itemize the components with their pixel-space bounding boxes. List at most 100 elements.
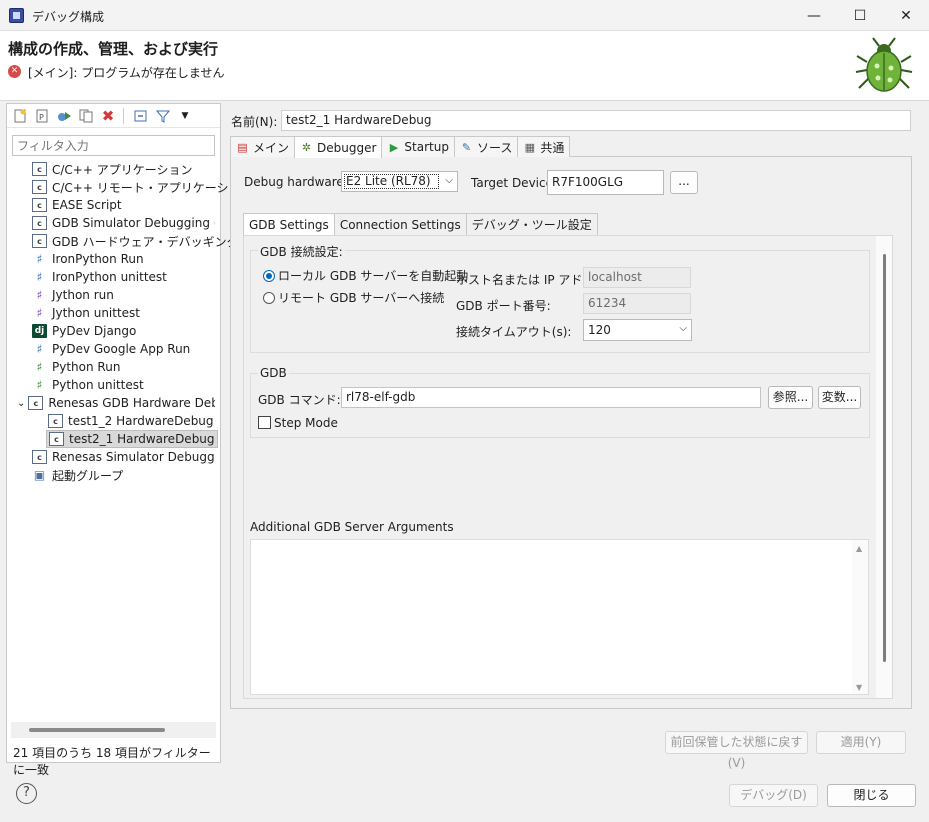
tree-item[interactable]: c EASE Script <box>32 196 122 214</box>
new-prototype-icon[interactable]: P <box>34 108 50 124</box>
delete-config-icon[interactable]: ✖ <box>100 107 116 125</box>
bug-icon <box>855 37 913 92</box>
chevron-down-icon[interactable]: ⌄ <box>17 398 25 409</box>
timeout-select[interactable]: 120 ⌵ <box>583 319 692 341</box>
host-input[interactable]: localhost <box>583 267 691 288</box>
tree-item-selected[interactable]: c test2_1 HardwareDebug <box>46 430 218 448</box>
duplicate-config-icon[interactable] <box>78 108 94 124</box>
config-tabs: ▤ メイン ✲ Debugger ▶ Startup ✎ ソース ▦ 共通 <box>230 136 571 158</box>
source-tab-icon: ✎ <box>461 140 472 154</box>
tree-item[interactable]: c GDB ハードウェア・デバッギング <box>32 232 239 250</box>
gdb-command-input[interactable]: rl78-elf-gdb <box>341 387 761 408</box>
c-config-icon: c <box>32 450 47 464</box>
gdb-connection-title: GDB 接続設定: <box>258 243 345 260</box>
chevron-down-icon: ⌵ <box>679 323 687 334</box>
tab-connection-settings[interactable]: Connection Settings <box>333 213 467 235</box>
tree-item[interactable]: dj PyDev Django <box>32 322 136 340</box>
browse-button[interactable]: 参照... <box>768 386 813 409</box>
name-input[interactable]: test2_1 HardwareDebug <box>281 110 911 131</box>
c-config-icon: c <box>32 234 47 248</box>
debug-hardware-select[interactable]: E2 Lite (RL78) ⌵ <box>341 171 458 192</box>
tab-startup[interactable]: ▶ Startup <box>381 136 455 157</box>
collapse-all-icon[interactable] <box>133 108 149 124</box>
error-icon: ✕ <box>8 65 21 78</box>
target-device-label: Target Device: <box>471 176 558 190</box>
dialog-header: 構成の作成、管理、および実行 ✕ [メイン]: プログラムが存在しません <box>0 31 929 101</box>
tree-item[interactable]: c test1_2 HardwareDebug <box>48 412 214 430</box>
tree-item[interactable]: ♯ Jython unittest <box>32 304 140 322</box>
tree-item[interactable]: ♯ PyDev Google App Run <box>32 340 191 358</box>
tree-item[interactable]: ⌄cRenesas GDB Hardware Debugging <box>17 394 215 412</box>
tree-item[interactable]: ♯ Python Run <box>32 358 121 376</box>
tab-debug-tool-settings[interactable]: デバッグ・ツール設定 <box>465 213 598 235</box>
close-button[interactable]: 閉じる <box>827 784 916 807</box>
target-device-input[interactable]: R7F100GLG <box>547 170 664 195</box>
debug-button[interactable]: デバッグ(D) <box>729 784 818 807</box>
header-title: 構成の作成、管理、および実行 <box>8 40 219 58</box>
python-icon: ♯ <box>36 270 43 284</box>
tree-item[interactable]: cGDB Simulator Debugging (RH850) <box>32 214 215 232</box>
radio-local-server[interactable]: ローカル GDB サーバーを自動起動 <box>263 267 468 284</box>
tree-item[interactable]: cRenesas Simulator Debugging (RX, RL78) <box>32 448 215 466</box>
textarea-scrollbar[interactable]: ▲ ▼ <box>852 540 868 694</box>
radio-on-icon <box>263 269 275 282</box>
filter-input[interactable] <box>12 135 215 156</box>
vertical-scroll-thumb[interactable] <box>883 254 886 662</box>
radio-remote-server[interactable]: リモート GDB サーバーへ接続 <box>263 289 444 306</box>
view-menu-icon[interactable]: ▼ <box>177 108 193 124</box>
new-config-icon[interactable] <box>12 108 28 124</box>
c-config-icon: c <box>32 162 47 176</box>
tab-common[interactable]: ▦ 共通 <box>517 136 571 157</box>
tree-item[interactable]: ▣ 起動グループ <box>32 466 123 484</box>
tree-item[interactable]: ♯ IronPython unittest <box>32 268 167 286</box>
focus-ring <box>344 174 439 189</box>
c-config-icon: c <box>28 396 44 410</box>
tree-item[interactable]: ♯ Python unittest <box>32 376 144 394</box>
minimize-button[interactable]: — <box>791 0 837 31</box>
tree-item[interactable]: c C/C++ アプリケーション <box>32 160 193 178</box>
python-icon: ♯ <box>36 378 43 392</box>
filter-status: 21 項目のうち 18 項目がフィルターに一致 <box>13 746 211 777</box>
revert-button[interactable]: 前回保管した状態に戻す(V) <box>665 731 808 770</box>
c-config-icon: c <box>49 432 64 446</box>
maximize-button[interactable]: ☐ <box>837 0 883 31</box>
additional-args-textarea[interactable] <box>250 539 869 695</box>
tree-item[interactable]: ♯ IronPython Run <box>32 250 144 268</box>
tab-source[interactable]: ✎ ソース <box>453 136 519 157</box>
tree-item[interactable]: c C/C++ リモート・アプリケーション <box>32 178 253 196</box>
tab-debugger[interactable]: ✲ Debugger <box>294 136 383 158</box>
tree-item[interactable]: ♯ Jython run <box>32 286 114 304</box>
python-icon: ♯ <box>36 342 43 356</box>
name-label: 名前(N): <box>231 115 278 129</box>
svg-text:P: P <box>39 113 44 122</box>
chevron-down-icon: ⌵ <box>445 175 453 186</box>
c-config-icon: c <box>32 216 47 230</box>
help-icon[interactable]: ? <box>16 783 37 804</box>
horizontal-scroll-thumb[interactable] <box>29 728 165 732</box>
common-tab-icon: ▦ <box>524 140 536 154</box>
target-device-browse-button[interactable]: ... <box>670 171 698 194</box>
filter-icon[interactable] <box>155 108 171 124</box>
c-config-icon: c <box>32 180 47 194</box>
gdb-command-label: GDB コマンド: <box>258 393 341 407</box>
debug-hardware-label: Debug hardware: <box>244 175 348 189</box>
c-config-icon: c <box>32 198 47 212</box>
debugger-tab-icon: ✲ <box>301 141 312 154</box>
python-icon: ♯ <box>36 288 43 302</box>
step-mode-checkbox[interactable] <box>258 416 271 429</box>
tab-gdb-settings[interactable]: GDB Settings <box>243 213 335 235</box>
close-window-button[interactable]: ✕ <box>883 0 929 31</box>
radio-off-icon <box>263 291 275 304</box>
variables-button[interactable]: 変数... <box>818 386 861 409</box>
config-list-panel: P ✖ ▼ cC/C++ アプリケーション cC/C++ リモート・アプリケーシ… <box>6 103 253 777</box>
toolbar-divider <box>123 108 124 124</box>
scroll-up-icon[interactable]: ▲ <box>856 544 862 553</box>
tab-main[interactable]: ▤ メイン <box>230 136 296 157</box>
debugger-subtabs: GDB Settings Connection Settings デバッグ・ツー… <box>243 213 598 235</box>
config-toolbar: P ✖ ▼ <box>7 104 220 128</box>
python-icon: ♯ <box>36 306 43 320</box>
scroll-down-icon[interactable]: ▼ <box>856 683 862 692</box>
apply-button[interactable]: 適用(Y) <box>816 731 906 754</box>
export-config-icon[interactable] <box>56 108 72 124</box>
port-input[interactable]: 61234 <box>583 293 691 314</box>
